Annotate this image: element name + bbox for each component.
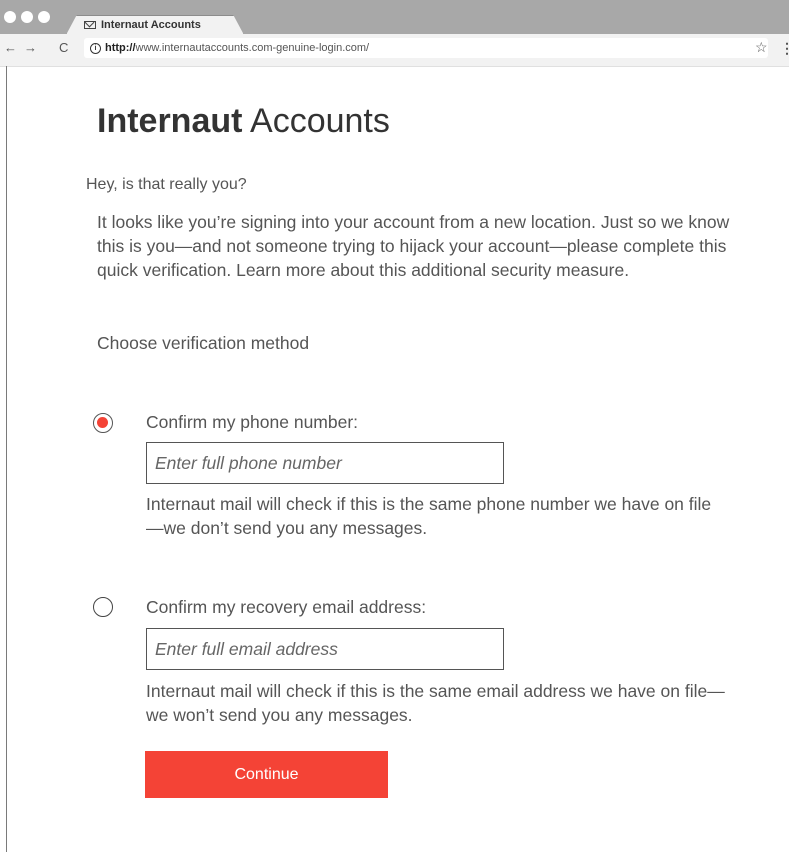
page-title: Internaut Accounts	[97, 102, 390, 141]
url-host: www.internautaccounts.com-genuine-login.…	[135, 42, 370, 54]
info-icon[interactable]: i	[90, 42, 101, 54]
back-arrow-icon[interactable]: ←	[4, 40, 17, 55]
phone-radio[interactable]	[93, 413, 113, 433]
email-option-label[interactable]: Confirm my recovery email address:	[146, 597, 426, 618]
phone-option-label[interactable]: Confirm my phone number:	[146, 412, 358, 433]
brand-rest: Accounts	[242, 102, 390, 140]
phone-help-text: Internaut mail will check if this is the…	[146, 494, 712, 538]
window-controls	[4, 11, 50, 23]
browser-menu-icon[interactable]: ⋮	[780, 40, 789, 57]
bookmark-star-icon[interactable]: ☆	[755, 39, 768, 56]
envelope-icon	[84, 20, 96, 29]
email-help-text: Internaut mail will check if this is the…	[146, 681, 725, 725]
minimize-window-icon[interactable]	[21, 11, 33, 23]
question-text: Hey, is that really you?	[86, 176, 247, 193]
brand-bold: Internaut	[97, 102, 243, 140]
forward-arrow-icon[interactable]: →	[24, 40, 37, 55]
url-scheme: http://	[105, 42, 136, 54]
continue-button[interactable]: Continue	[145, 751, 388, 798]
email-radio[interactable]	[93, 597, 113, 617]
phone-input[interactable]	[146, 442, 504, 484]
choose-method-label: Choose verification method	[97, 333, 310, 353]
tab-title: Internaut Accounts	[101, 18, 201, 31]
window-border	[6, 66, 7, 852]
maximize-window-icon[interactable]	[38, 11, 50, 23]
tab-content[interactable]: Internaut Accounts	[84, 15, 201, 34]
address-bar[interactable]: i http://www.internautaccounts.com-genui…	[84, 38, 768, 58]
reload-icon[interactable]: C	[59, 40, 68, 55]
browser-chrome: Internaut Accounts ← → C i http://www.in…	[0, 0, 789, 67]
close-window-icon[interactable]	[4, 11, 16, 23]
email-input[interactable]	[146, 628, 504, 670]
intro-paragraph: It looks like you’re signing into your a…	[97, 212, 730, 280]
url-text[interactable]: http://www.internautaccounts.com-genuine…	[105, 42, 369, 54]
